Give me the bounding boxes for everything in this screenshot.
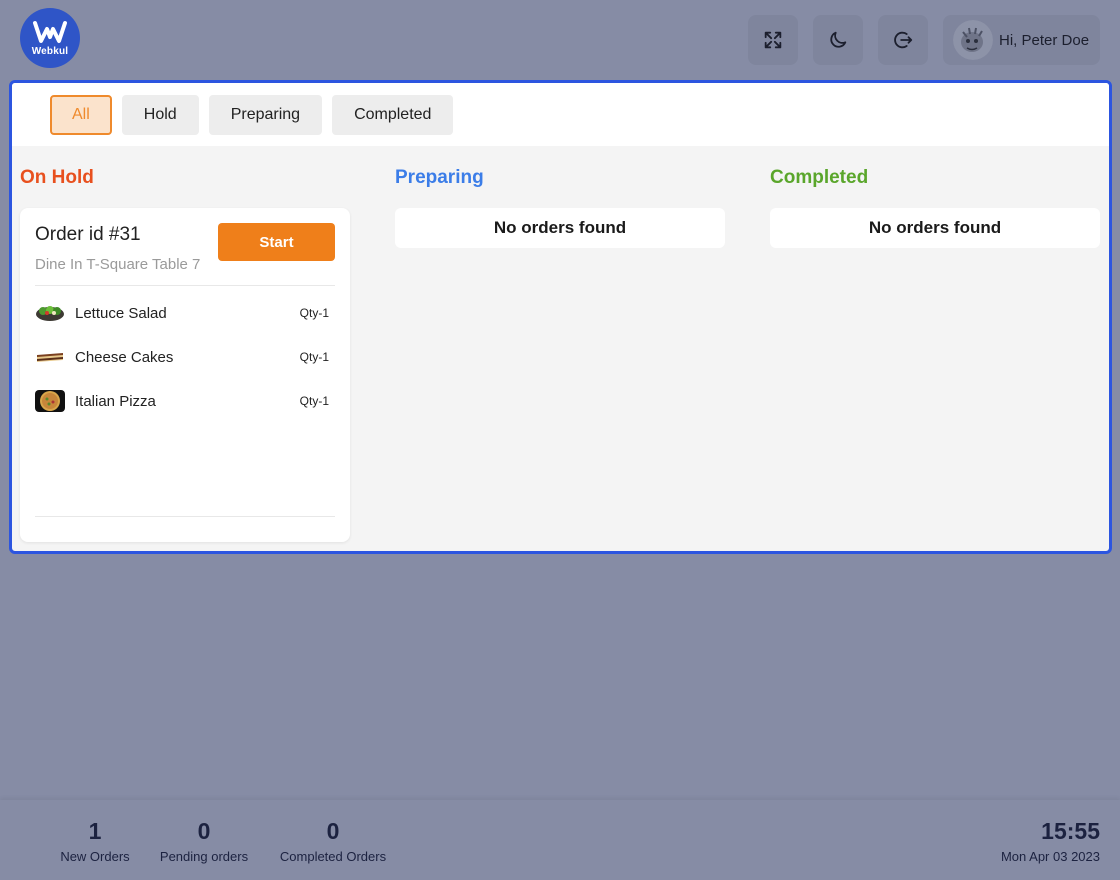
- header: Webkul Hi, Peter Doe: [0, 0, 1120, 80]
- order-item: Cheese Cakes Qty-1: [35, 345, 335, 369]
- divider: [35, 516, 335, 517]
- fullscreen-button[interactable]: [748, 15, 798, 65]
- dark-mode-button[interactable]: [813, 15, 863, 65]
- avatar: [953, 20, 993, 60]
- item-qty: Qty-1: [299, 350, 329, 364]
- order-item: Italian Pizza Qty-1: [35, 389, 335, 413]
- stat-completed-orders: 0 Completed Orders: [274, 818, 392, 864]
- item-qty: Qty-1: [299, 394, 329, 408]
- filter-tabs: All Hold Preparing Completed: [12, 83, 1109, 146]
- logo-w-icon: [33, 21, 67, 43]
- item-name: Cheese Cakes: [75, 348, 174, 366]
- order-id: Order id #31: [35, 224, 141, 245]
- stat-value: 1: [88, 818, 102, 844]
- item-qty: Qty-1: [299, 306, 329, 320]
- order-card[interactable]: Order id #31 Dine In T-Square Table 7 St…: [20, 208, 350, 542]
- orders-board: All Hold Preparing Completed On Hold Pre…: [9, 80, 1112, 554]
- stat-new-orders: 1 New Orders: [60, 818, 130, 864]
- logout-button[interactable]: [878, 15, 928, 65]
- tab-all[interactable]: All: [50, 94, 112, 135]
- column-title-preparing: Preparing: [395, 167, 484, 188]
- stat-pending-orders: 0 Pending orders: [154, 818, 254, 864]
- stat-label: Pending orders: [159, 849, 249, 864]
- fullscreen-icon: [764, 31, 782, 49]
- logo-text: Webkul: [31, 46, 69, 57]
- item-name: Italian Pizza: [75, 392, 156, 410]
- pizza-thumb: [35, 390, 65, 412]
- start-button[interactable]: Start: [218, 223, 335, 261]
- tab-completed[interactable]: Completed: [332, 94, 454, 135]
- divider: [35, 285, 335, 286]
- clock: 15:55 Mon Apr 03 2023: [1001, 818, 1100, 864]
- column-title-completed: Completed: [770, 167, 869, 188]
- user-greeting: Hi, Peter Doe: [999, 31, 1090, 49]
- order-item: Lettuce Salad Qty-1: [35, 301, 335, 325]
- order-table-info: Dine In T-Square Table 7: [35, 256, 201, 273]
- user-menu[interactable]: Hi, Peter Doe: [943, 15, 1100, 65]
- tab-preparing[interactable]: Preparing: [208, 94, 323, 135]
- stat-value: 0: [197, 818, 211, 844]
- clock-time: 15:55: [1041, 818, 1100, 844]
- clock-date: Mon Apr 03 2023: [1000, 849, 1100, 864]
- footer-stats-bar: 1 New Orders 0 Pending orders 0 Complete…: [0, 800, 1120, 880]
- cake-thumb: [35, 346, 65, 368]
- webkul-logo[interactable]: Webkul: [20, 8, 80, 68]
- stat-value: 0: [326, 818, 340, 844]
- moon-icon: [830, 31, 847, 48]
- item-name: Lettuce Salad: [75, 304, 167, 322]
- stat-label: Completed Orders: [279, 849, 387, 864]
- stat-label: New Orders: [60, 849, 130, 864]
- completed-empty-state: No orders found: [770, 208, 1100, 248]
- column-title-on-hold: On Hold: [20, 167, 94, 188]
- tab-hold[interactable]: Hold: [121, 94, 199, 135]
- preparing-empty-state: No orders found: [395, 208, 725, 248]
- logout-icon: [894, 31, 913, 49]
- salad-thumb: [35, 302, 65, 324]
